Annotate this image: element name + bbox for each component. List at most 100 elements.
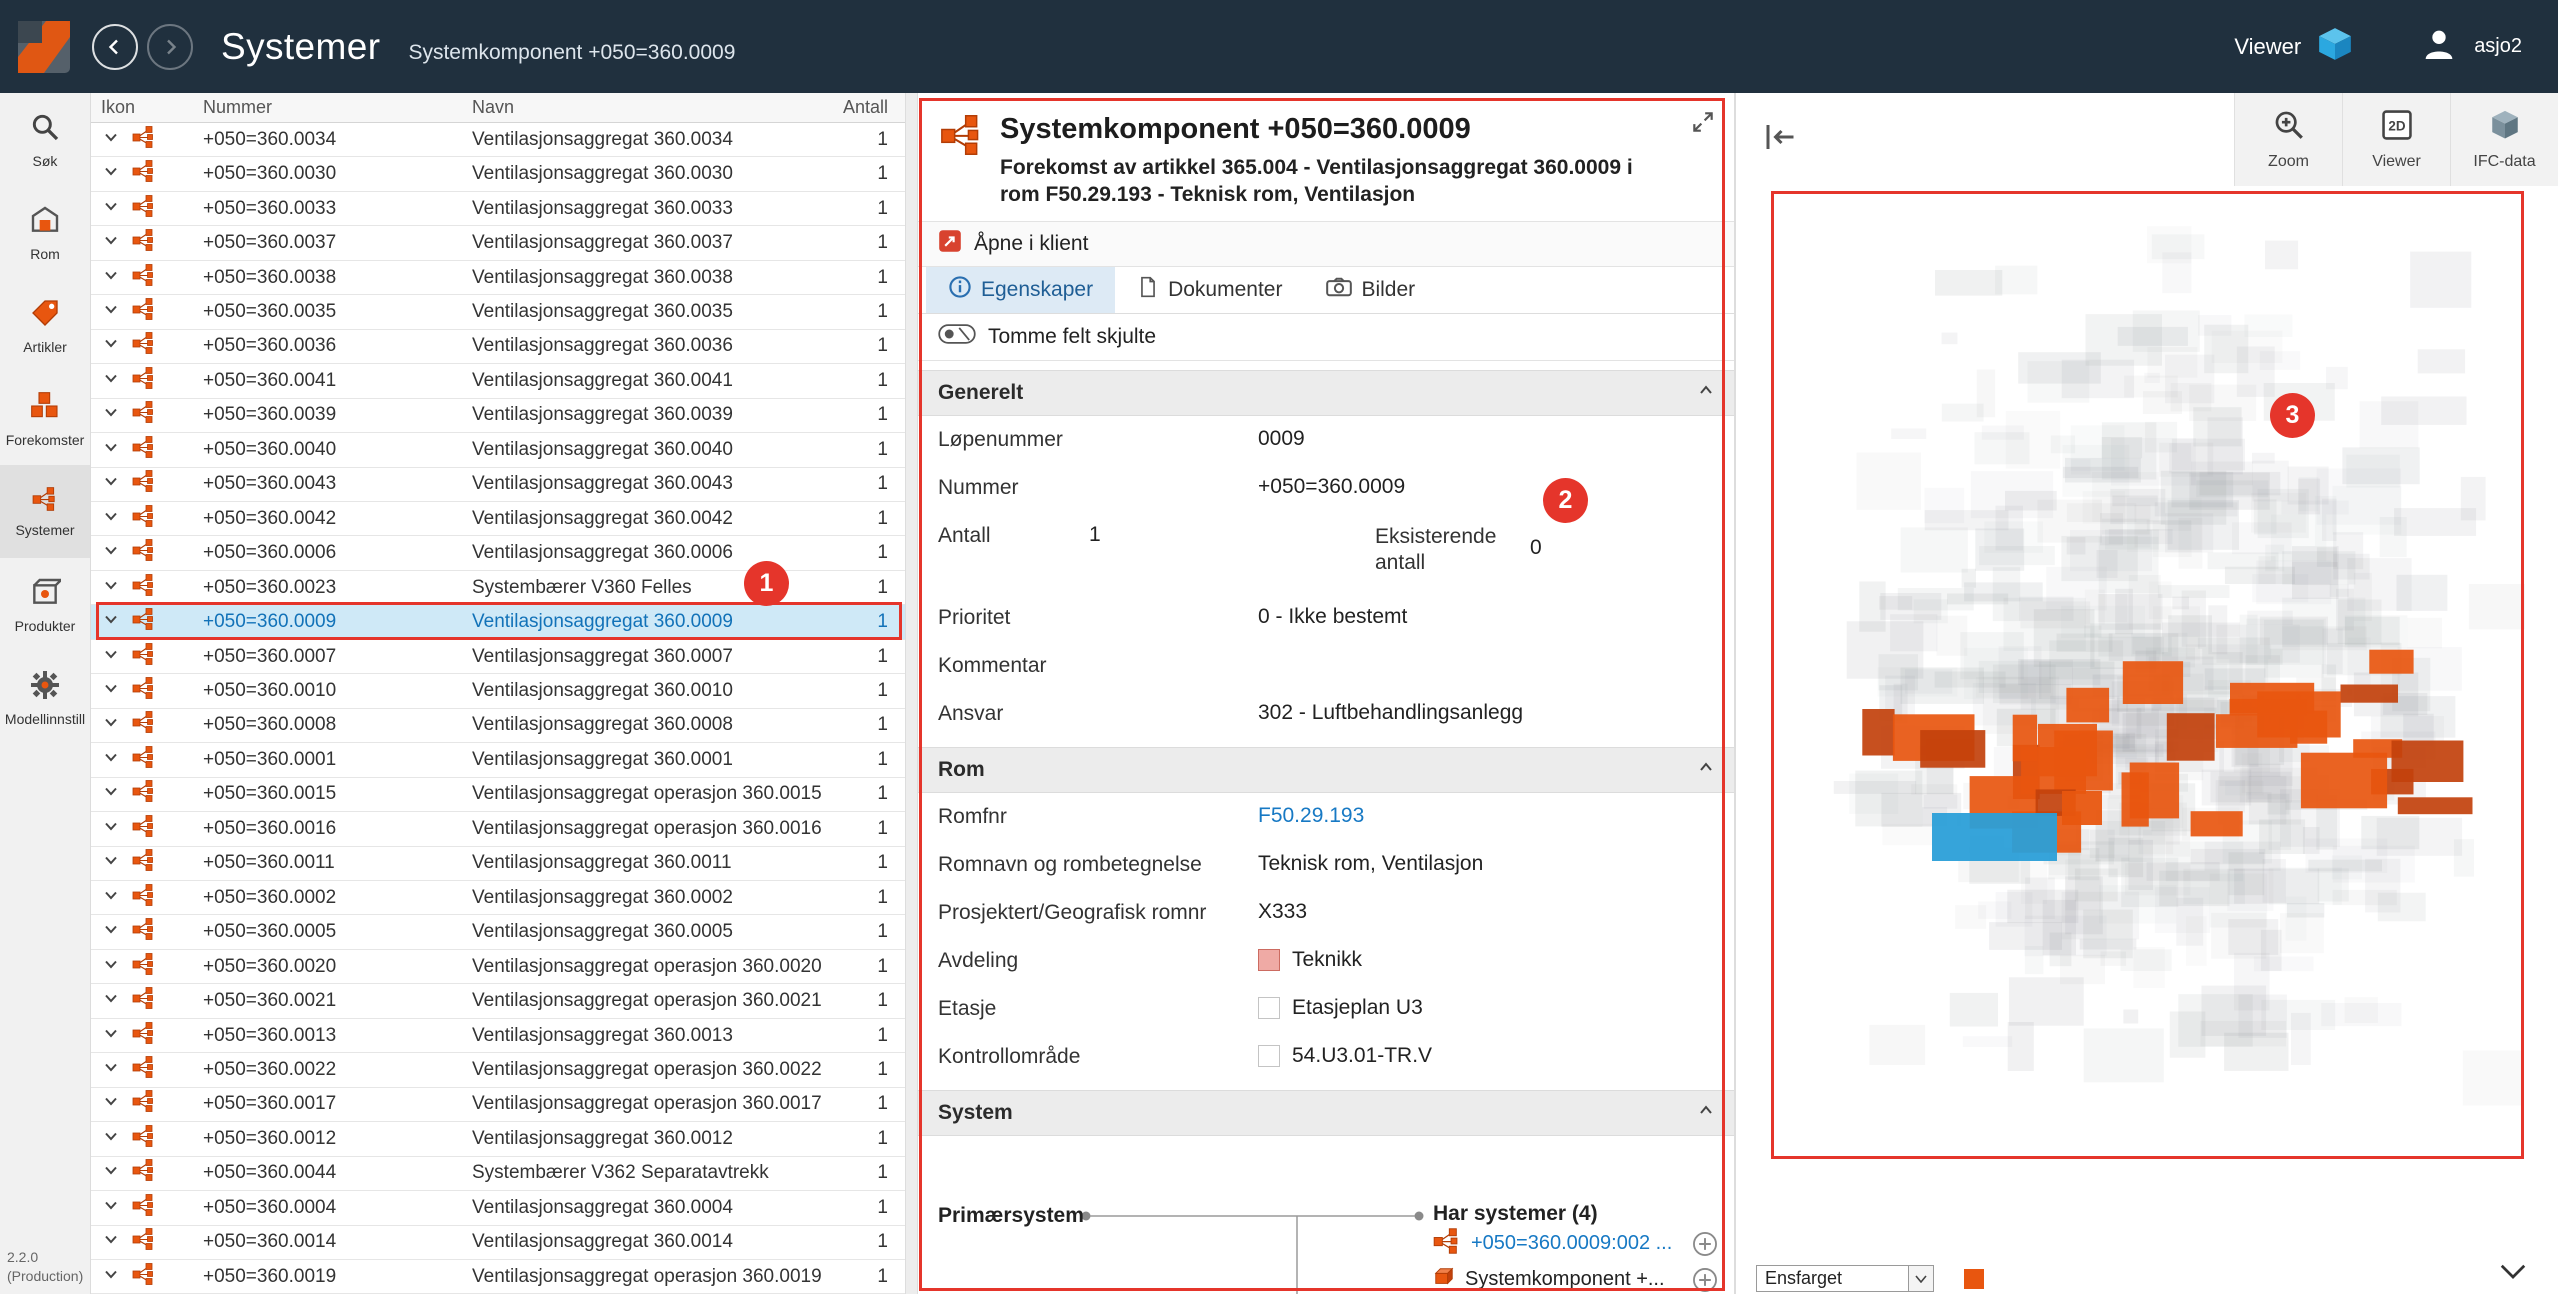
- section-header-generelt[interactable]: Generelt: [918, 370, 1734, 416]
- viewer-cube-icon[interactable]: [2316, 25, 2354, 68]
- has-system-item[interactable]: +050=360.0009:002 ...: [1433, 1226, 1718, 1262]
- table-row[interactable]: +050=360.0011Ventilasjonsaggregat 360.00…: [90, 847, 905, 881]
- chevron-down-icon[interactable]: [103, 852, 119, 874]
- tab-dokumenter[interactable]: Dokumenter: [1115, 267, 1304, 313]
- add-icon[interactable]: [1692, 1231, 1718, 1257]
- chevron-down-icon[interactable]: [103, 163, 119, 185]
- table-row[interactable]: +050=360.0038Ventilasjonsaggregat 360.00…: [90, 261, 905, 295]
- chevron-down-icon[interactable]: [103, 990, 119, 1012]
- chevron-down-icon[interactable]: [103, 129, 119, 151]
- table-row[interactable]: +050=360.0041Ventilasjonsaggregat 360.00…: [90, 364, 905, 398]
- chevron-down-icon[interactable]: [103, 611, 119, 633]
- fullscreen-icon[interactable]: [1690, 109, 1716, 140]
- table-row[interactable]: +050=360.0044Systembærer V362 Separatavt…: [90, 1157, 905, 1191]
- chevron-down-icon[interactable]: [103, 1266, 119, 1288]
- table-row[interactable]: +050=360.0037Ventilasjonsaggregat 360.00…: [90, 226, 905, 260]
- collapse-panel-icon[interactable]: [1760, 119, 1800, 160]
- chevron-down-icon[interactable]: [103, 783, 119, 805]
- chevron-up-icon[interactable]: [1696, 1102, 1716, 1123]
- table-row[interactable]: +050=360.0034Ventilasjonsaggregat 360.00…: [90, 123, 905, 157]
- sidebar-item-articles[interactable]: Artikler: [0, 279, 90, 372]
- chevron-down-icon[interactable]: [103, 508, 119, 530]
- table-row[interactable]: +050=360.0008Ventilasjonsaggregat 360.00…: [90, 709, 905, 743]
- sidebar-item-systems[interactable]: Systemer: [0, 465, 90, 558]
- chevron-down-icon[interactable]: [103, 921, 119, 943]
- table-row[interactable]: +050=360.0012Ventilasjonsaggregat 360.00…: [90, 1122, 905, 1156]
- table-row[interactable]: +050=360.0035Ventilasjonsaggregat 360.00…: [90, 295, 905, 329]
- bottom-panel-chevron-icon[interactable]: [2498, 1261, 2528, 1288]
- sidebar-item-room[interactable]: Rom: [0, 186, 90, 279]
- table-row[interactable]: +050=360.0017Ventilasjonsaggregat operas…: [90, 1088, 905, 1122]
- chevron-down-icon[interactable]: [103, 749, 119, 771]
- chevron-up-icon[interactable]: [1696, 382, 1716, 403]
- checkbox[interactable]: [1258, 997, 1280, 1019]
- chevron-down-icon[interactable]: [103, 714, 119, 736]
- checkbox[interactable]: [1258, 1045, 1280, 1067]
- sidebar-item-occurrences[interactable]: Forekomster: [0, 372, 90, 465]
- section-header-rom[interactable]: Rom: [918, 747, 1734, 793]
- section-header-system[interactable]: System: [918, 1090, 1734, 1136]
- table-row[interactable]: +050=360.0010Ventilasjonsaggregat 360.00…: [90, 674, 905, 708]
- back-button[interactable]: [92, 24, 138, 70]
- chevron-down-icon[interactable]: [103, 473, 119, 495]
- chevron-down-icon[interactable]: [103, 1197, 119, 1219]
- chevron-down-icon[interactable]: [103, 232, 119, 254]
- chevron-down-icon[interactable]: [103, 370, 119, 392]
- chevron-down-icon[interactable]: [103, 1128, 119, 1150]
- table-row[interactable]: +050=360.0042Ventilasjonsaggregat 360.00…: [90, 502, 905, 536]
- color-mode-select[interactable]: Ensfarget: [1756, 1265, 1934, 1292]
- add-icon[interactable]: [1692, 1267, 1718, 1293]
- chevron-down-icon[interactable]: [103, 301, 119, 323]
- sidebar-item-search[interactable]: Søk: [0, 93, 90, 186]
- sidebar-item-settings[interactable]: Modellinnstill: [0, 651, 90, 744]
- table-row[interactable]: +050=360.0004Ventilasjonsaggregat 360.00…: [90, 1191, 905, 1225]
- table-row[interactable]: +050=360.0033Ventilasjonsaggregat 360.00…: [90, 192, 905, 226]
- chevron-down-icon[interactable]: [103, 1025, 119, 1047]
- open-in-client-button[interactable]: Åpne i klient: [918, 221, 1734, 267]
- tool-zoom[interactable]: Zoom: [2234, 93, 2342, 186]
- table-row[interactable]: +050=360.0014Ventilasjonsaggregat 360.00…: [90, 1226, 905, 1260]
- table-row[interactable]: +050=360.0043Ventilasjonsaggregat 360.00…: [90, 468, 905, 502]
- column-header-antall[interactable]: Antall: [825, 97, 905, 118]
- chevron-down-icon[interactable]: [103, 1059, 119, 1081]
- table-row[interactable]: +050=360.0016Ventilasjonsaggregat operas…: [90, 812, 905, 846]
- table-row[interactable]: +050=360.0039Ventilasjonsaggregat 360.00…: [90, 399, 905, 433]
- tool-viewer[interactable]: 2DViewer: [2342, 93, 2450, 186]
- tab-egenskaper[interactable]: Egenskaper: [926, 267, 1115, 313]
- chevron-down-icon[interactable]: [103, 577, 119, 599]
- chevron-down-icon[interactable]: [103, 1093, 119, 1115]
- column-header-ikon[interactable]: Ikon: [90, 97, 203, 118]
- table-row[interactable]: +050=360.0019Ventilasjonsaggregat operas…: [90, 1260, 905, 1294]
- column-header-nummer[interactable]: Nummer: [203, 97, 472, 118]
- chevron-down-icon[interactable]: [103, 956, 119, 978]
- chevron-down-icon[interactable]: [103, 198, 119, 220]
- tab-bilder[interactable]: Bilder: [1304, 267, 1437, 313]
- model-3d-view[interactable]: [1772, 191, 2525, 1159]
- table-row[interactable]: +050=360.0002Ventilasjonsaggregat 360.00…: [90, 881, 905, 915]
- chevron-down-icon[interactable]: [103, 1231, 119, 1253]
- field-value[interactable]: F50.29.193: [1258, 804, 1364, 828]
- chevron-down-icon[interactable]: [103, 887, 119, 909]
- table-row[interactable]: +050=360.0009Ventilasjonsaggregat 360.00…: [90, 605, 905, 639]
- table-row[interactable]: +050=360.0005Ventilasjonsaggregat 360.00…: [90, 915, 905, 949]
- chevron-down-icon[interactable]: [103, 818, 119, 840]
- table-row[interactable]: +050=360.0030Ventilasjonsaggregat 360.00…: [90, 157, 905, 191]
- chevron-down-icon[interactable]: [103, 542, 119, 564]
- chevron-down-icon[interactable]: [103, 404, 119, 426]
- chevron-down-icon[interactable]: [103, 680, 119, 702]
- app-logo-icon[interactable]: [16, 19, 72, 75]
- chevron-down-icon[interactable]: [103, 439, 119, 461]
- table-row[interactable]: +050=360.0001Ventilasjonsaggregat 360.00…: [90, 743, 905, 777]
- has-system-item[interactable]: Systemkomponent +...: [1433, 1262, 1718, 1294]
- sidebar-item-products[interactable]: Produkter: [0, 558, 90, 651]
- chevron-down-icon[interactable]: [103, 267, 119, 289]
- user-icon[interactable]: [2419, 24, 2459, 69]
- forward-button[interactable]: [147, 24, 193, 70]
- table-row[interactable]: +050=360.0007Ventilasjonsaggregat 360.00…: [90, 640, 905, 674]
- table-row[interactable]: +050=360.0006Ventilasjonsaggregat 360.00…: [90, 536, 905, 570]
- chevron-down-icon[interactable]: [103, 335, 119, 357]
- tool-ifc-data[interactable]: IFC-data: [2450, 93, 2558, 186]
- column-header-navn[interactable]: Navn: [472, 97, 825, 118]
- chevron-down-icon[interactable]: [103, 646, 119, 668]
- model-color-swatch[interactable]: [1964, 1269, 1984, 1289]
